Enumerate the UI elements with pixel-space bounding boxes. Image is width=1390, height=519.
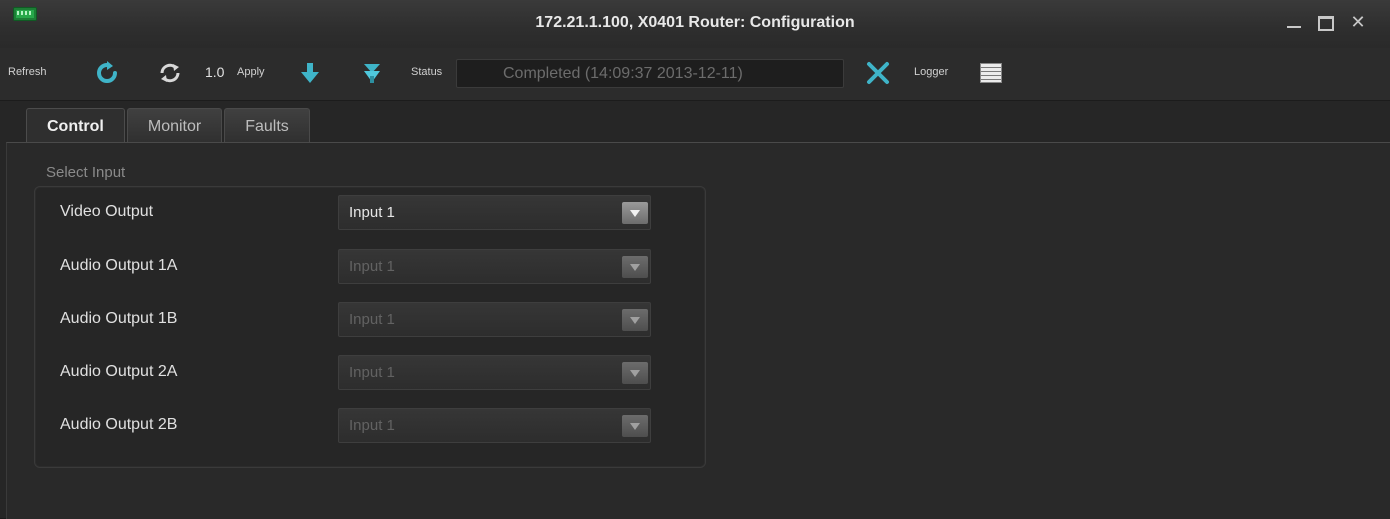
window-title: 172.21.1.100, X0401 Router: Configuratio… bbox=[535, 14, 855, 31]
window-controls: ✕ bbox=[1284, 12, 1368, 32]
download-all-icon[interactable] bbox=[360, 61, 384, 85]
close-icon: ✕ bbox=[1350, 12, 1366, 32]
status-field: Completed (14:09:37 2013-12-11) bbox=[456, 59, 844, 88]
audio-output-1b-select: Input 1 bbox=[338, 302, 651, 337]
select-value: Input 1 bbox=[349, 364, 395, 381]
tab-bar: Control Monitor Faults bbox=[26, 108, 310, 144]
select-value: Input 1 bbox=[349, 311, 395, 328]
chevron-down-icon bbox=[622, 309, 648, 331]
maximize-icon bbox=[1318, 16, 1334, 31]
minimize-button[interactable] bbox=[1284, 12, 1304, 32]
title-bar[interactable]: 172.21.1.100, X0401 Router: Configuratio… bbox=[0, 0, 1390, 49]
toolbar: Refresh 1.0 Apply Status Completed (14:0 bbox=[0, 48, 1390, 101]
download-arrow-icon[interactable] bbox=[298, 61, 322, 85]
chevron-down-icon[interactable] bbox=[622, 202, 648, 224]
status-label: Status bbox=[411, 66, 443, 78]
select-value: Input 1 bbox=[349, 258, 395, 275]
config-window: 172.21.1.100, X0401 Router: Configuratio… bbox=[0, 0, 1390, 519]
tab-faults[interactable]: Faults bbox=[224, 108, 310, 142]
logger-list-icon[interactable] bbox=[980, 63, 1002, 83]
minimize-icon bbox=[1287, 26, 1301, 28]
refresh-label: Refresh bbox=[8, 66, 47, 78]
chevron-down-icon bbox=[622, 362, 648, 384]
logger-label: Logger bbox=[914, 66, 949, 78]
select-value: Input 1 bbox=[349, 204, 395, 221]
row-label-audio-output-2a: Audio Output 2A bbox=[60, 363, 178, 380]
chevron-down-icon bbox=[622, 256, 648, 278]
row-label-audio-output-1a: Audio Output 1A bbox=[60, 257, 178, 274]
maximize-button[interactable] bbox=[1316, 12, 1336, 32]
row-label-audio-output-2b: Audio Output 2B bbox=[60, 416, 178, 433]
tab-monitor[interactable]: Monitor bbox=[126, 108, 223, 142]
row-label-video-output: Video Output bbox=[60, 203, 154, 220]
close-button[interactable]: ✕ bbox=[1348, 12, 1368, 32]
refresh-icon[interactable] bbox=[95, 61, 119, 85]
row-label-audio-output-1b: Audio Output 1B bbox=[60, 310, 178, 327]
tab-control[interactable]: Control bbox=[26, 108, 125, 144]
audio-output-1a-select: Input 1 bbox=[338, 249, 651, 284]
apply-button[interactable]: Apply bbox=[237, 66, 265, 78]
apply-value: 1.0 bbox=[205, 64, 225, 80]
chevron-down-icon bbox=[622, 415, 648, 437]
select-value: Input 1 bbox=[349, 417, 395, 434]
audio-output-2a-select: Input 1 bbox=[338, 355, 651, 390]
cancel-x-icon[interactable] bbox=[866, 61, 890, 85]
sync-icon[interactable] bbox=[158, 61, 182, 85]
video-output-select[interactable]: Input 1 bbox=[338, 195, 651, 230]
group-title: Select Input bbox=[46, 164, 126, 181]
audio-output-2b-select: Input 1 bbox=[338, 408, 651, 443]
